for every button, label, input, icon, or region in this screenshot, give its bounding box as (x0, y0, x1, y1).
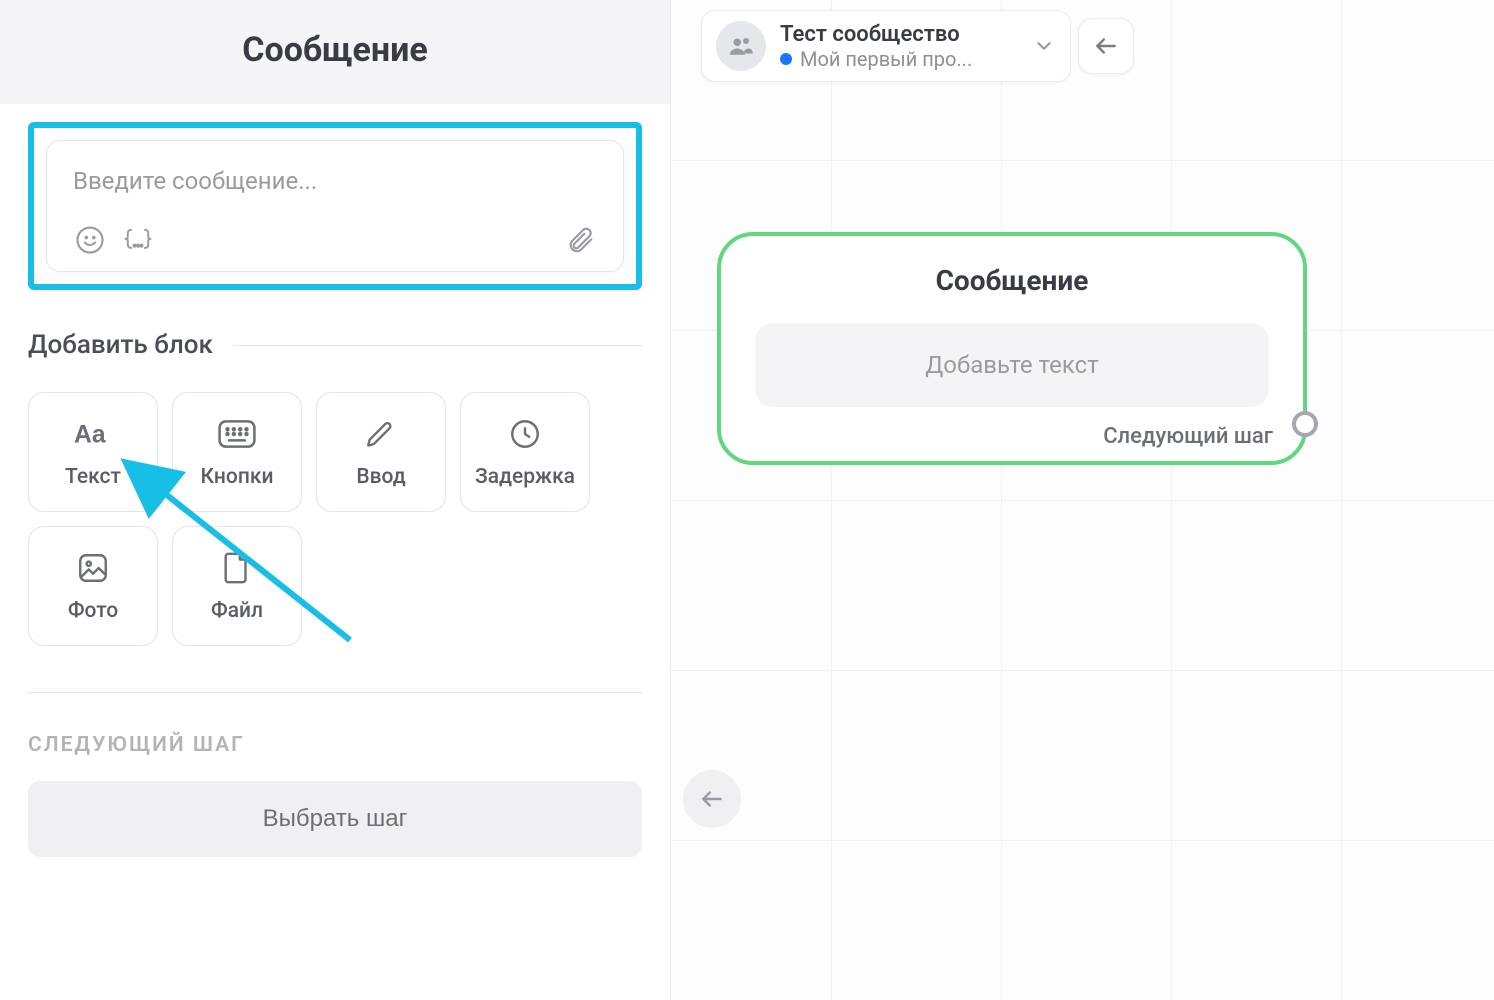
message-input-highlight: Введите сообщение... (28, 122, 642, 290)
community-text: Тест сообщество Мой первый про... (780, 22, 1018, 71)
emoji-icon[interactable] (73, 223, 107, 257)
next-step-heading: СЛЕДУЮЩИЙ ШАГ (28, 733, 642, 757)
add-delay-block-button[interactable]: Задержка (460, 392, 590, 512)
node-output-connector[interactable] (1292, 411, 1318, 437)
clock-icon (506, 415, 544, 453)
community-subtitle: Мой первый про... (800, 47, 972, 71)
block-label: Фото (68, 599, 118, 623)
add-block-title: Добавить блок (28, 330, 213, 360)
divider (233, 345, 642, 346)
editor-panel: Сообщение Введите сообщение... (0, 0, 670, 1000)
node-title: Сообщение (755, 264, 1269, 297)
keyboard-icon (218, 415, 256, 453)
pencil-icon (362, 415, 400, 453)
node-next-step-label: Следующий шаг (1103, 424, 1273, 449)
flow-canvas[interactable]: Тест сообщество Мой первый про... Сообще… (670, 0, 1494, 1000)
block-label: Задержка (475, 465, 575, 489)
image-icon (74, 549, 112, 587)
message-node[interactable]: Сообщение Добавьте текст Следующий шаг (717, 232, 1307, 465)
block-label: Ввод (356, 465, 405, 489)
block-label: Кнопки (201, 465, 274, 489)
node-add-text-placeholder[interactable]: Добавьте текст (755, 323, 1269, 407)
message-composer: Введите сообщение... (46, 140, 624, 272)
add-block-heading: Добавить блок (28, 330, 642, 360)
message-toolbar (73, 223, 597, 257)
add-input-block-button[interactable]: Ввод (316, 392, 446, 512)
paperclip-icon[interactable] (563, 223, 597, 257)
message-input[interactable]: Введите сообщение... (73, 167, 597, 197)
editor-body: Введите сообщение... (0, 104, 670, 885)
block-grid: Aa Текст Кнопки Ввод Задерж (28, 392, 642, 646)
file-icon (218, 549, 256, 587)
status-dot-icon (780, 53, 792, 65)
arrow-left-icon (1093, 33, 1119, 59)
add-text-block-button[interactable]: Aa Текст (28, 392, 158, 512)
canvas-floating-back-button[interactable] (683, 770, 741, 828)
add-buttons-block-button[interactable]: Кнопки (172, 392, 302, 512)
community-title: Тест сообщество (780, 22, 1018, 47)
block-label: Текст (65, 465, 121, 489)
back-button[interactable] (1078, 18, 1134, 74)
arrow-left-icon (699, 786, 725, 812)
svg-text:Aa: Aa (74, 422, 106, 449)
add-file-block-button[interactable]: Файл (172, 526, 302, 646)
add-photo-block-button[interactable]: Фото (28, 526, 158, 646)
community-selector[interactable]: Тест сообщество Мой первый про... (701, 10, 1071, 82)
block-label: Файл (211, 599, 263, 623)
editor-header: Сообщение (0, 0, 670, 104)
editor-title: Сообщение (0, 30, 670, 70)
text-aa-icon: Aa (74, 415, 112, 453)
choose-step-button[interactable]: Выбрать шаг (28, 781, 642, 857)
variable-braces-icon[interactable] (121, 223, 155, 257)
canvas-header: Тест сообщество Мой первый про... (701, 10, 1134, 82)
group-avatar-icon (716, 21, 766, 71)
divider (28, 692, 642, 693)
chevron-down-icon (1032, 34, 1056, 58)
